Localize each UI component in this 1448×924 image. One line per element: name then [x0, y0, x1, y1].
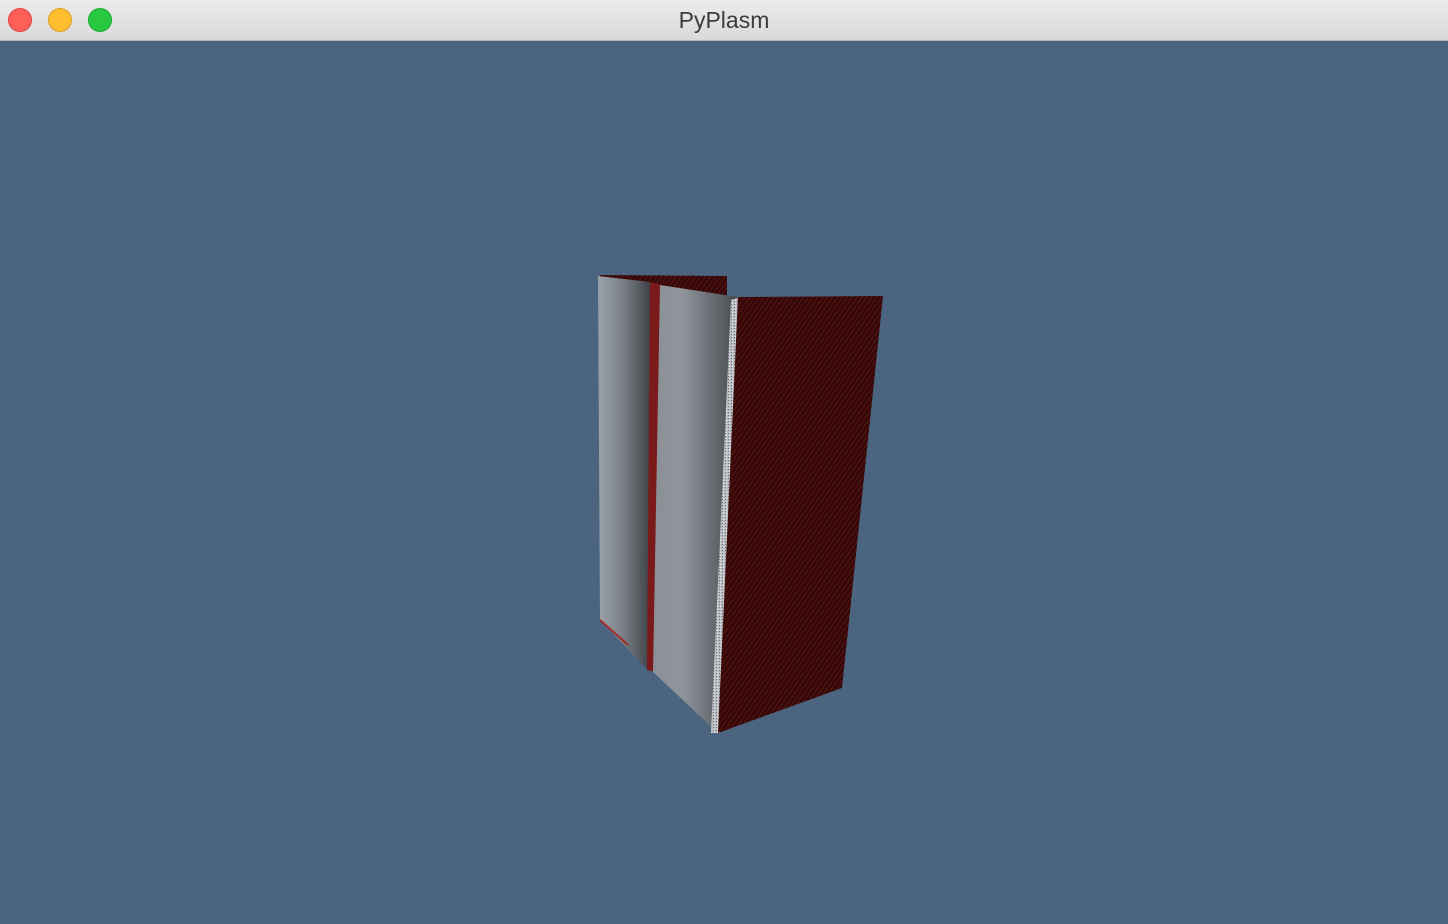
scene-canvas[interactable] [0, 41, 1448, 924]
right-fabric-panel [718, 296, 883, 733]
3d-viewport[interactable] [0, 41, 1448, 924]
title-bar[interactable]: PyPlasm [0, 0, 1448, 41]
left-metal-fold [598, 276, 650, 672]
app-window: PyPlasm [0, 0, 1448, 924]
window-title: PyPlasm [678, 7, 770, 33]
